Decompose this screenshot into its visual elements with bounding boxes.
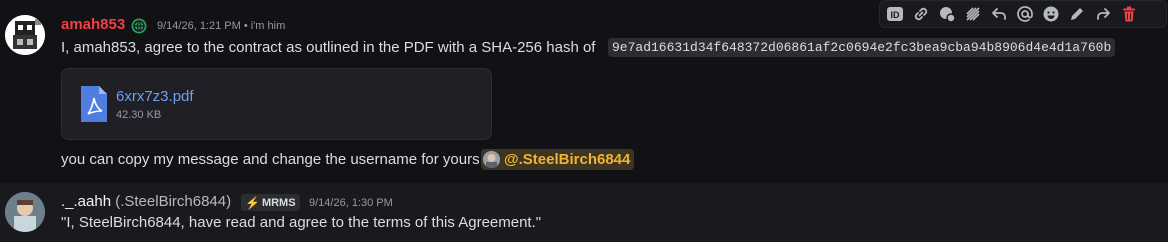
- timestamp: 9/14/26, 1:30 PM: [309, 197, 393, 209]
- user-mention[interactable]: @.SteelBirch6844: [481, 149, 635, 170]
- mention-label: @.SteelBirch6844: [504, 151, 631, 168]
- id-icon[interactable]: ID: [882, 1, 908, 27]
- emoji-icon[interactable]: [1038, 1, 1064, 27]
- message-text: "I, SteelBirch6844, have read and agree …: [61, 214, 542, 231]
- username-label: ._.aahh: [61, 193, 112, 210]
- guild-tag[interactable]: ⚡ MRMS: [241, 194, 300, 211]
- file-attachment[interactable]: 6xrx7z3.pdf 42.30 KB: [61, 68, 492, 140]
- username[interactable]: amah853: [61, 16, 125, 33]
- inline-code-hash: 9e7ad16631d34f648372d06861af2c0694e2fc3b…: [608, 38, 1116, 57]
- username[interactable]: ._.aahh (.SteelBirch6844): [61, 193, 231, 210]
- file-size: 42.30 KB: [116, 109, 162, 121]
- guild-tag-label: MRMS: [261, 196, 296, 209]
- avatar[interactable]: [5, 15, 45, 55]
- message-text-followup: you can copy my message and change the u…: [61, 151, 480, 168]
- timestamp: 9/14/26, 1:21 PM • i'm him: [157, 20, 286, 32]
- mention-icon[interactable]: [1012, 1, 1038, 27]
- link-icon[interactable]: [908, 1, 934, 27]
- nickname: (.SteelBirch6844): [115, 193, 232, 210]
- reply-icon[interactable]: [986, 1, 1012, 27]
- file-name-link[interactable]: 6xrx7z3.pdf: [116, 88, 194, 105]
- forward-icon[interactable]: [1090, 1, 1116, 27]
- message-actions-toolbar: ID: [879, 0, 1167, 28]
- lightning-icon: ⚡: [245, 195, 260, 210]
- pdf-file-icon: [81, 86, 107, 122]
- edit-icon[interactable]: [1064, 1, 1090, 27]
- mention-avatar: [483, 151, 500, 168]
- delete-icon[interactable]: [1116, 1, 1142, 27]
- thread-icon[interactable]: [934, 1, 960, 27]
- message-text: I, amah853, agree to the contract as out…: [61, 39, 596, 56]
- skip-icon[interactable]: [960, 1, 986, 27]
- avatar[interactable]: [5, 192, 45, 232]
- svg-text:ID: ID: [891, 10, 901, 20]
- globe-icon: [131, 18, 147, 34]
